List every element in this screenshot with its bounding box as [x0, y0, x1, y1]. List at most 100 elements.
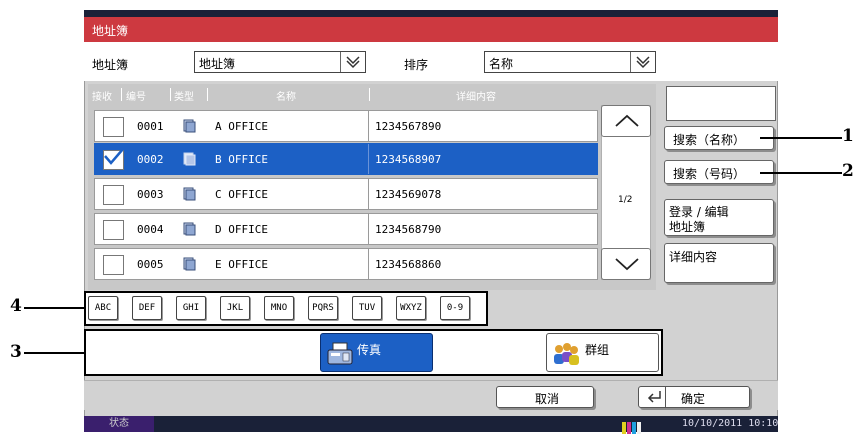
entry-detail: 1234568860: [375, 258, 442, 271]
callout-line-4: [24, 307, 84, 309]
list-item[interactable]: 0005 E OFFICE 1234568860: [94, 248, 598, 280]
entry-name: E OFFICE: [215, 258, 268, 271]
receive-checkbox[interactable]: [103, 117, 124, 137]
entry-name: C OFFICE: [215, 188, 268, 201]
fax-label: 传真: [357, 343, 382, 357]
group-icon: [554, 343, 579, 365]
column-header-type: 类型: [174, 92, 194, 103]
entry-number: 0002: [137, 153, 164, 166]
button-divider: [665, 386, 666, 408]
screen-title: 地址簿: [92, 24, 129, 38]
column-header-name: 名称: [276, 92, 296, 103]
key-mno[interactable]: MNO: [264, 296, 294, 320]
callout-line-3: [24, 352, 84, 354]
column-divider: [369, 88, 370, 101]
key-wxyz[interactable]: WXYZ: [396, 296, 426, 320]
fax-type-icon: [181, 151, 197, 171]
title-bar: [84, 17, 778, 42]
chevron-down-icon: [630, 52, 655, 72]
fax-type-icon: [181, 221, 197, 241]
group-button[interactable]: 群组: [546, 333, 659, 372]
entry-detail: 1234569078: [375, 188, 442, 201]
cell-divider: [368, 214, 369, 244]
callout-line-2: [760, 172, 842, 174]
status-bar: [84, 416, 778, 432]
column-divider: [121, 88, 122, 101]
key-def[interactable]: DEF: [132, 296, 162, 320]
details-button[interactable]: 详细内容: [664, 243, 774, 283]
search-display-box: [666, 86, 776, 121]
status-button[interactable]: 状态: [84, 416, 154, 432]
column-header-number: 编号: [126, 92, 146, 103]
register-edit-label-line2: 地址簿: [669, 220, 706, 234]
fax-button[interactable]: 传真: [320, 333, 433, 372]
callout-2: 2: [842, 161, 854, 181]
chevron-up-icon: [615, 114, 639, 127]
checkmark-icon: [104, 148, 124, 165]
cancel-button[interactable]: 取消: [496, 386, 594, 408]
entry-detail: 1234568790: [375, 223, 442, 236]
callout-3: 3: [10, 342, 22, 362]
cell-divider: [368, 111, 369, 141]
list-item[interactable]: 0003 C OFFICE 1234569078: [94, 178, 598, 210]
enter-icon: [647, 391, 661, 403]
receive-checkbox[interactable]: [103, 220, 124, 240]
entry-number: 0005: [137, 258, 164, 271]
date-time: 10/10/2011 10:10: [682, 418, 779, 429]
cell-divider: [368, 179, 369, 209]
key-pqrs[interactable]: PQRS: [308, 296, 338, 320]
list-item[interactable]: 0001 A OFFICE 1234567890: [94, 110, 598, 142]
fax-type-icon: [181, 186, 197, 206]
key-abc[interactable]: ABC: [88, 296, 118, 320]
header-panel: [84, 42, 778, 81]
page-indicator: 1/2: [618, 195, 633, 205]
addressbook-select[interactable]: 地址簿: [194, 51, 366, 73]
cell-divider: [368, 144, 369, 174]
receive-checkbox[interactable]: [103, 255, 124, 275]
key-jkl[interactable]: JKL: [220, 296, 250, 320]
chevron-down-icon: [340, 52, 365, 72]
column-header-receive: 接收: [92, 92, 112, 103]
scroll-up-button[interactable]: [601, 105, 651, 137]
entry-name: A OFFICE: [215, 120, 268, 133]
callout-1: 1: [842, 126, 854, 146]
key-0-9[interactable]: 0-9: [440, 296, 470, 320]
search-by-name-button[interactable]: 搜索（名称）: [664, 126, 774, 150]
search-by-number-button[interactable]: 搜索（号码）: [664, 160, 774, 184]
key-ghi[interactable]: GHI: [176, 296, 206, 320]
column-divider: [207, 88, 208, 101]
fax-type-icon: [181, 256, 197, 276]
scroll-down-button[interactable]: [601, 248, 651, 280]
search-by-number-label: 搜索（号码）: [673, 167, 746, 181]
entry-name: B OFFICE: [215, 153, 268, 166]
column-divider: [170, 88, 171, 101]
top-strip: [84, 10, 778, 17]
group-label: 群组: [585, 343, 610, 357]
details-label: 详细内容: [669, 250, 718, 264]
list-item[interactable]: 0004 D OFFICE 1234568790: [94, 213, 598, 245]
entry-detail: 1234567890: [375, 120, 442, 133]
entry-number: 0001: [137, 120, 164, 133]
toner-icon: [622, 419, 644, 438]
callout-4: 4: [10, 296, 22, 316]
cell-divider: [368, 249, 369, 279]
callout-line-1: [760, 137, 842, 139]
entry-number: 0004: [137, 223, 164, 236]
addressbook-label: 地址簿: [92, 58, 129, 72]
chevron-down-icon: [615, 258, 639, 271]
list-item-selected[interactable]: 0002 B OFFICE 1234568907: [94, 143, 598, 175]
entry-name: D OFFICE: [215, 223, 268, 236]
column-header-details: 详细内容: [456, 92, 496, 103]
key-tuv[interactable]: TUV: [352, 296, 382, 320]
fax-icon: [327, 342, 353, 365]
entry-number: 0003: [137, 188, 164, 201]
entry-detail: 1234568907: [375, 153, 442, 166]
ok-button[interactable]: 确定: [638, 386, 750, 408]
ok-label: 确定: [681, 392, 706, 406]
cancel-label: 取消: [535, 392, 560, 406]
receive-checkbox-checked[interactable]: [103, 148, 124, 170]
addressbook-select-value: 地址簿: [199, 57, 236, 71]
receive-checkbox[interactable]: [103, 185, 124, 205]
register-edit-button[interactable]: 登录 / 编辑 地址簿: [664, 199, 774, 236]
sort-select[interactable]: 名称: [484, 51, 656, 73]
